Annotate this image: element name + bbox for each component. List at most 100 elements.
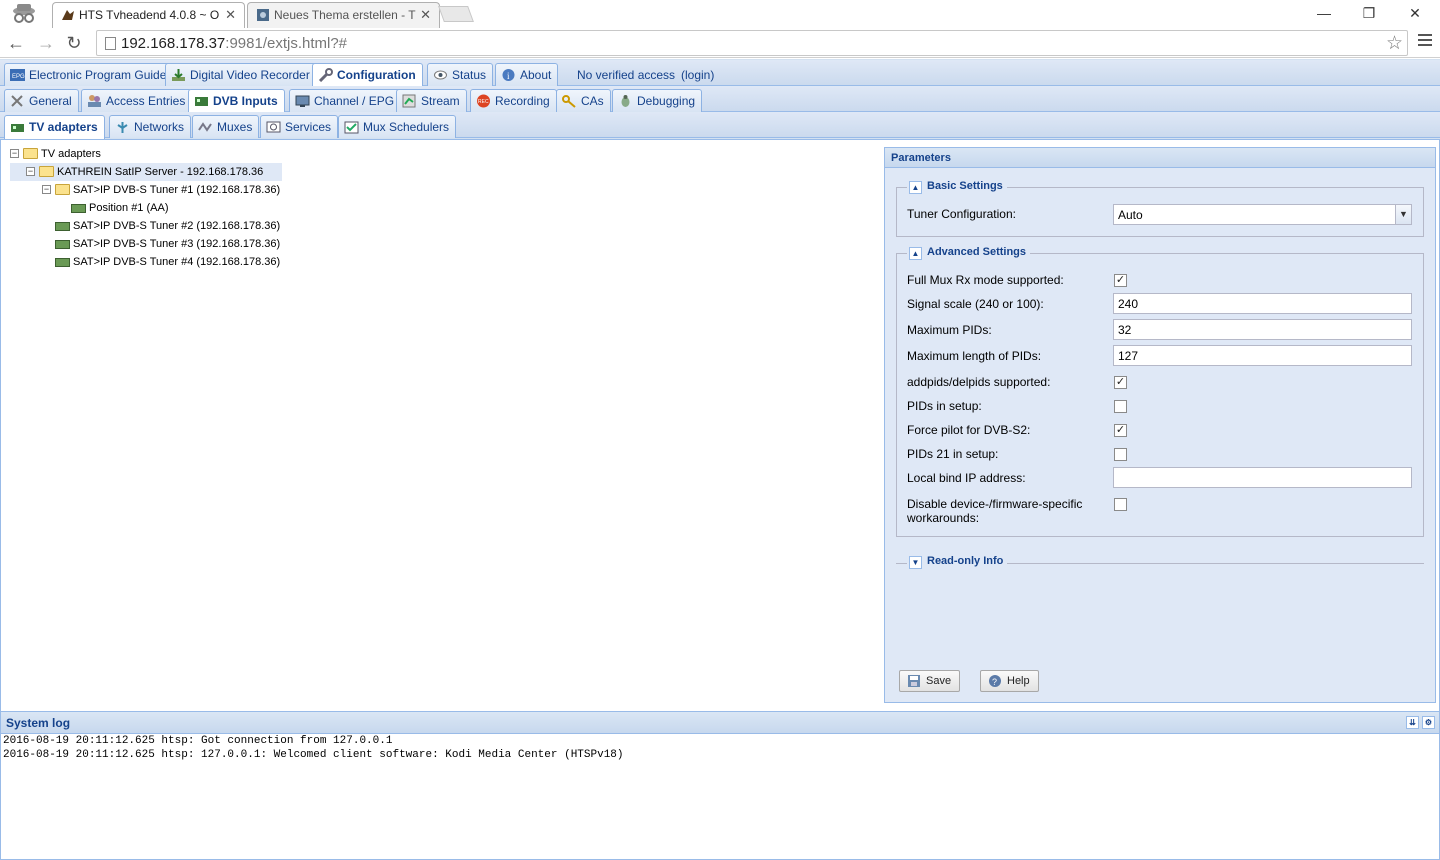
- collapse-icon[interactable]: −: [42, 185, 51, 194]
- log-line: 2016-08-19 20:11:12.625 htsp: Got connec…: [3, 735, 393, 747]
- pids21-checkbox[interactable]: [1114, 448, 1127, 461]
- config-nav: General Access Entries DVB Inputs Channe…: [0, 86, 1440, 113]
- tab-debugging[interactable]: Debugging: [612, 89, 703, 112]
- top-nav: EPG Electronic Program Guide Digital Vid…: [0, 60, 1440, 87]
- tab-epg[interactable]: EPG Electronic Program Guide: [4, 63, 174, 86]
- collapse-up-icon[interactable]: ▲: [909, 247, 922, 260]
- users-icon: [88, 95, 101, 107]
- restore-button[interactable]: ❐: [1349, 2, 1389, 24]
- tab-about[interactable]: i About: [495, 63, 559, 86]
- tab-configuration[interactable]: Configuration: [312, 63, 423, 87]
- folder-icon: [55, 184, 70, 195]
- tuner-card-icon: [11, 124, 24, 132]
- gear-icon[interactable]: ⚙: [1422, 716, 1435, 729]
- chevron-down-icon[interactable]: ▼: [1395, 205, 1411, 224]
- browser-tab-title: Neues Thema erstellen - T: [274, 8, 416, 22]
- antenna-icon: [117, 122, 128, 133]
- readonly-info-header[interactable]: ▼ Read-only Info: [896, 555, 1424, 570]
- tree-node-server[interactable]: − KATHREIN SatIP Server - 192.168.178.36: [10, 163, 282, 181]
- tab-label: Digital Video Recorder: [190, 68, 310, 82]
- readonly-info-legend[interactable]: ▼ Read-only Info: [907, 555, 1008, 569]
- mux-icon: [198, 122, 212, 132]
- disable-fw-checkbox[interactable]: [1114, 498, 1127, 511]
- pids21-label: PIDs 21 in setup:: [907, 447, 999, 461]
- tab-label: Services: [285, 120, 332, 134]
- max-pid-length-input[interactable]: [1113, 345, 1412, 366]
- system-log-title: System log: [6, 716, 71, 730]
- help-button[interactable]: ? Help: [980, 670, 1039, 692]
- back-arrow-icon[interactable]: ←: [6, 32, 26, 54]
- disable-fw-label: Disable device-/firmware-specific workaro…: [907, 497, 1083, 525]
- tab-label: Stream: [421, 94, 460, 108]
- browser-tab-tvheadend[interactable]: HTS Tvheadend 4.0.8 ~ O ✕: [52, 2, 245, 28]
- collapse-down-icon[interactable]: ⇊: [1406, 716, 1419, 729]
- tab-general[interactable]: General: [4, 89, 79, 112]
- collapse-up-icon[interactable]: ▲: [909, 181, 922, 194]
- reload-icon[interactable]: ↻: [64, 32, 84, 54]
- tools-icon: [11, 95, 23, 107]
- expand-down-icon[interactable]: ▼: [909, 556, 922, 569]
- url-input[interactable]: 192.168.178.37:9981/extjs.html?# ☆: [96, 30, 1408, 56]
- services-icon: [266, 121, 281, 133]
- log-line: 2016-08-19 20:11:12.625 htsp: 127.0.0.1:…: [3, 749, 624, 761]
- tab-label: General: [29, 94, 72, 108]
- login-link[interactable]: (login): [681, 68, 714, 82]
- max-pids-label: Maximum PIDs:: [907, 323, 992, 337]
- pids-setup-checkbox[interactable]: [1114, 400, 1127, 413]
- local-bind-input[interactable]: [1113, 467, 1412, 488]
- basic-settings-legend[interactable]: ▲ Basic Settings: [907, 180, 1007, 194]
- tvheadend-app: EPG Electronic Program Guide Digital Vid…: [0, 59, 1440, 860]
- collapse-icon[interactable]: −: [10, 149, 19, 158]
- tuner-config-select[interactable]: Auto ▼: [1113, 204, 1412, 225]
- tab-channel-epg[interactable]: Channel / EPG: [289, 89, 402, 112]
- tab-muxes[interactable]: Muxes: [192, 115, 260, 138]
- tab-label: CAs: [581, 94, 604, 108]
- signal-scale-label: Signal scale (240 or 100):: [907, 297, 1044, 311]
- advanced-settings-legend[interactable]: ▲ Advanced Settings: [907, 246, 1031, 260]
- tab-label: DVB Inputs: [213, 94, 278, 108]
- tuner-card-icon: [55, 240, 70, 249]
- max-pid-length-label: Maximum length of PIDs:: [907, 349, 1042, 363]
- force-pilot-checkbox[interactable]: ✓: [1114, 424, 1127, 437]
- tab-status[interactable]: Status: [427, 63, 494, 86]
- tab-cas[interactable]: CAs: [556, 89, 611, 112]
- tvheadend-favicon-icon: [62, 10, 74, 20]
- system-log-body: 2016-08-19 20:11:12.625 htsp: Got connec…: [1, 734, 1439, 762]
- tab-stream[interactable]: Stream: [396, 89, 467, 112]
- bookmark-star-icon[interactable]: ☆: [1386, 32, 1403, 55]
- stream-icon: [402, 94, 416, 108]
- tab-networks[interactable]: Networks: [109, 115, 192, 138]
- tab-dvr[interactable]: Digital Video Recorder: [165, 63, 317, 86]
- tab-tv-adapters[interactable]: TV adapters: [4, 115, 105, 139]
- tuner-card-icon: [55, 222, 70, 231]
- browser-tab-forum[interactable]: Neues Thema erstellen - T ✕: [247, 2, 440, 28]
- tuner-config-label: Tuner Configuration:: [907, 207, 1016, 221]
- signal-scale-input[interactable]: [1113, 293, 1412, 314]
- tab-mux-schedulers[interactable]: Mux Schedulers: [338, 115, 457, 138]
- dvb-card-icon: [195, 97, 208, 106]
- collapse-icon[interactable]: −: [26, 167, 35, 176]
- browser-menu-icon[interactable]: [1418, 34, 1432, 49]
- close-tab-icon[interactable]: ✕: [420, 7, 431, 23]
- max-pids-input[interactable]: [1113, 319, 1412, 340]
- close-window-button[interactable]: ✕: [1395, 2, 1435, 24]
- forward-arrow-icon[interactable]: →: [36, 32, 56, 54]
- new-tab-button[interactable]: [438, 6, 474, 22]
- tab-services[interactable]: Services: [260, 115, 339, 138]
- full-mux-label: Full Mux Rx mode supported:: [907, 273, 1064, 287]
- force-pilot-label: Force pilot for DVB-S2:: [907, 423, 1031, 437]
- dvb-nav: TV adapters Networks Muxes Services Mux …: [0, 112, 1440, 139]
- bug-icon: [621, 95, 630, 107]
- tab-recording[interactable]: REC Recording: [470, 89, 557, 112]
- minimize-button[interactable]: —: [1304, 2, 1344, 24]
- tab-access-entries[interactable]: Access Entries: [81, 89, 193, 112]
- save-button[interactable]: Save: [899, 670, 961, 692]
- info-icon: i: [502, 69, 515, 81]
- full-mux-checkbox[interactable]: ✓: [1114, 274, 1127, 287]
- addpids-label: addpids/delpids supported:: [907, 375, 1051, 389]
- tab-dvb-inputs[interactable]: DVB Inputs: [188, 89, 285, 113]
- tuner-card-icon: [55, 258, 70, 267]
- addpids-checkbox[interactable]: ✓: [1114, 376, 1127, 389]
- close-tab-icon[interactable]: ✕: [225, 7, 236, 23]
- wrench-icon: [318, 68, 333, 82]
